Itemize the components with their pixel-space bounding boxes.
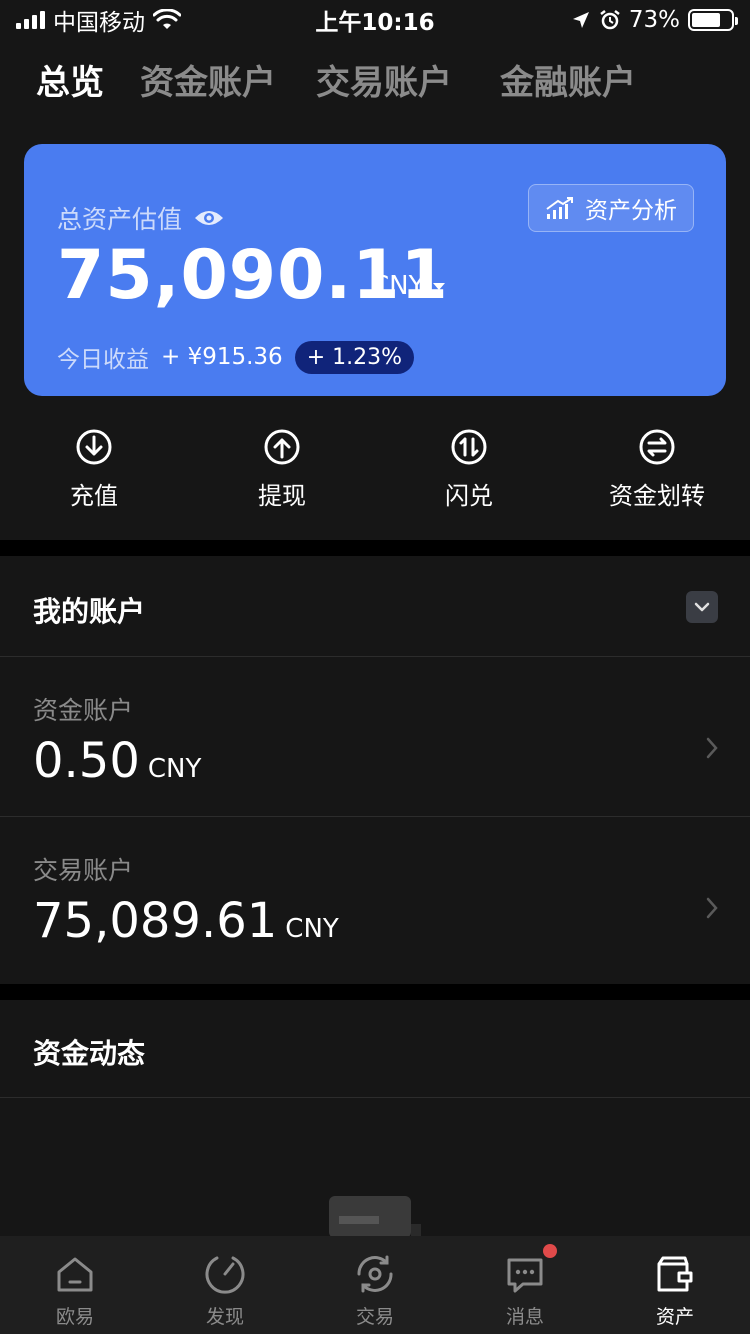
trading-account-label: 交易账户 [33,856,134,885]
battery-icon [688,9,738,31]
trading-account-row[interactable]: 交易账户 75,089.61 CNY [0,817,750,977]
tab-finance-account[interactable]: 金融账户 [500,55,636,104]
total-asset-card: 总资产估值 75,090.11 CNY 资产分析 今日收益 + ¥915.36 … [24,144,726,396]
signal-icon [16,11,45,29]
fund-activity-title: 资金动态 [33,1037,146,1070]
tab-trading-account[interactable]: 交易账户 [316,55,452,104]
caret-down-icon [432,282,445,290]
swap-icon [451,429,487,465]
home-icon [57,1257,93,1292]
location-arrow-icon [572,12,589,28]
fund-account-row[interactable]: 资金账户 0.50 CNY [0,657,750,817]
chevron-right-icon [706,737,718,759]
wallet-icon [657,1256,693,1292]
chevron-right-icon [706,897,718,919]
my-accounts-title: 我的账户 [33,595,146,628]
today-pnl-label: 今日收益 [57,347,149,373]
divider [0,1097,750,1098]
withdraw-button[interactable]: 提现 [202,428,362,511]
tab-fund-account[interactable]: 资金账户 [140,55,276,104]
unread-badge [543,1244,557,1258]
eye-icon[interactable] [194,208,224,228]
trade-icon [357,1255,393,1293]
currency-selector[interactable]: CNY [371,271,445,301]
bottom-nav: 欧易 发现 交易 消息 资产 [0,1236,750,1334]
empty-state-illustration [329,1196,421,1238]
section-divider [0,540,750,556]
transfer-button[interactable]: 资金划转 [577,428,737,511]
total-asset-label: 总资产估值 [57,200,224,236]
carrier-name: 中国移动 [53,10,145,36]
today-pnl-percent-badge: + 1.23% [294,340,415,374]
section-divider [0,984,750,1000]
alarm-icon [600,10,620,30]
wifi-icon [153,9,181,29]
collapse-accounts-button[interactable] [686,591,718,623]
nav-assets[interactable]: 资产 [600,1236,750,1334]
fund-account-value: 0.50 CNY [33,733,202,789]
today-pnl-amount: + ¥915.36 [161,344,283,370]
nav-home[interactable]: 欧易 [0,1236,150,1334]
today-pnl-row: 今日收益 + ¥915.36 + 1.23% [57,340,415,374]
account-tabs: 总览 资金账户 交易账户 金融账户 [0,55,750,115]
nav-discover[interactable]: 发现 [150,1236,300,1334]
nav-trade[interactable]: 交易 [300,1236,450,1334]
battery-percent: 73% [628,7,680,33]
deposit-button[interactable]: 充值 [14,428,174,511]
deposit-icon [76,429,112,465]
status-bar: 中国移动 上午10:16 73% [0,0,750,40]
quick-actions: 充值 提现 闪兑 资金划转 [0,428,750,518]
chart-up-icon [546,197,573,219]
discover-icon [205,1256,245,1294]
transfer-icon [639,429,675,465]
status-time: 上午10:16 [315,10,435,36]
swap-button[interactable]: 闪兑 [389,428,549,511]
nav-messages[interactable]: 消息 [450,1236,600,1334]
message-icon [507,1258,543,1293]
withdraw-icon [264,429,300,465]
tab-overview[interactable]: 总览 [36,55,104,104]
chevron-down-icon [694,602,710,612]
asset-analysis-button[interactable]: 资产分析 [528,184,694,232]
fund-account-label: 资金账户 [33,696,134,725]
trading-account-value: 75,089.61 CNY [33,893,339,949]
